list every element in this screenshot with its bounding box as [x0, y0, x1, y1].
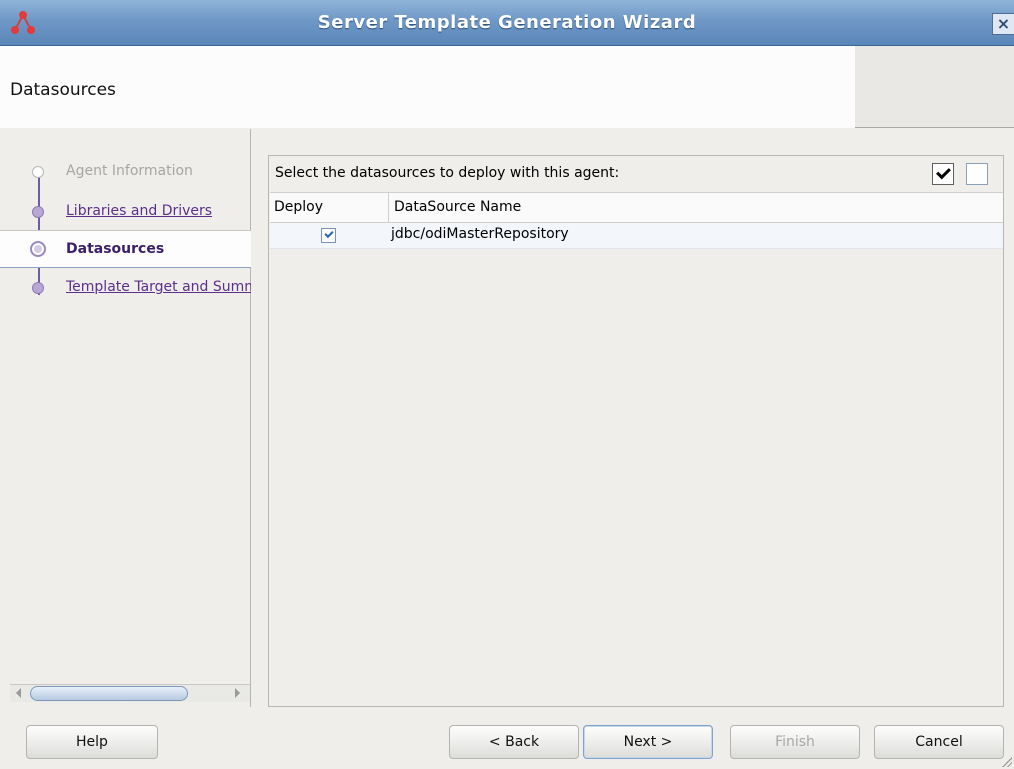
cancel-button-label: Cancel: [915, 734, 963, 750]
finish-button: Finish: [730, 725, 860, 759]
wizard-header: Datasources: [0, 46, 1014, 128]
page-title: Datasources: [10, 80, 116, 100]
nav-horizontal-scrollbar[interactable]: [10, 684, 250, 702]
current-step-icon: [30, 241, 46, 257]
datasources-table: Deploy DataSource Name jdbc/odiMasterRep…: [270, 192, 1003, 249]
datasource-name-cell: jdbc/odiMasterRepository: [391, 226, 569, 242]
nav-step-label: Agent Information: [66, 163, 193, 179]
column-header-deploy[interactable]: Deploy: [274, 199, 323, 215]
check-icon: [324, 228, 334, 239]
close-icon[interactable]: ×: [992, 13, 1014, 35]
step-dot-icon: [32, 282, 44, 294]
back-button[interactable]: < Back: [449, 725, 579, 759]
help-button-label: Help: [76, 734, 108, 750]
window-title: Server Template Generation Wizard: [317, 12, 697, 33]
title-bar: Server Template Generation Wizard ×: [0, 0, 1014, 46]
scroll-right-icon[interactable]: [235, 688, 240, 698]
nav-step-template-target[interactable]: Template Target and Summary: [0, 275, 251, 301]
step-dot-icon: [32, 166, 44, 178]
back-button-label: < Back: [488, 734, 540, 750]
next-button[interactable]: Next >: [583, 725, 713, 759]
cancel-button[interactable]: Cancel: [874, 725, 1004, 759]
help-button[interactable]: Help: [26, 725, 158, 759]
header-banner: [0, 46, 855, 128]
deselect-all-checkbox[interactable]: [966, 163, 988, 185]
scrollbar-thumb[interactable]: [30, 686, 188, 701]
check-icon: [936, 164, 951, 180]
nav-step-libraries-and-drivers[interactable]: Libraries and Drivers: [0, 199, 251, 225]
deploy-checkbox[interactable]: [321, 228, 336, 243]
nav-step-label: Datasources: [66, 241, 165, 257]
next-button-label: Next >: [623, 734, 673, 750]
datasources-prompt: Select the datasources to deploy with th…: [275, 165, 620, 181]
step-dot-icon: [32, 206, 44, 218]
select-all-checkbox[interactable]: [932, 163, 954, 185]
nav-step-label[interactable]: Libraries and Drivers: [66, 203, 251, 219]
table-row[interactable]: jdbc/odiMasterRepository: [270, 223, 1003, 249]
nav-step-agent-information: Agent Information: [0, 159, 251, 185]
column-header-datasource-name[interactable]: DataSource Name: [394, 199, 521, 215]
column-separator[interactable]: [388, 193, 389, 223]
resize-grip-icon[interactable]: [1002, 757, 1012, 767]
wizard-step-nav: Agent Information Libraries and Drivers …: [0, 129, 251, 707]
table-header: Deploy DataSource Name: [270, 192, 1003, 223]
datasources-panel: Select the datasources to deploy with th…: [268, 155, 1004, 707]
finish-button-label: Finish: [775, 734, 815, 750]
nav-step-datasources[interactable]: Datasources: [0, 230, 251, 268]
scroll-left-icon[interactable]: [16, 688, 21, 698]
nav-step-label[interactable]: Template Target and Summary: [66, 279, 251, 295]
